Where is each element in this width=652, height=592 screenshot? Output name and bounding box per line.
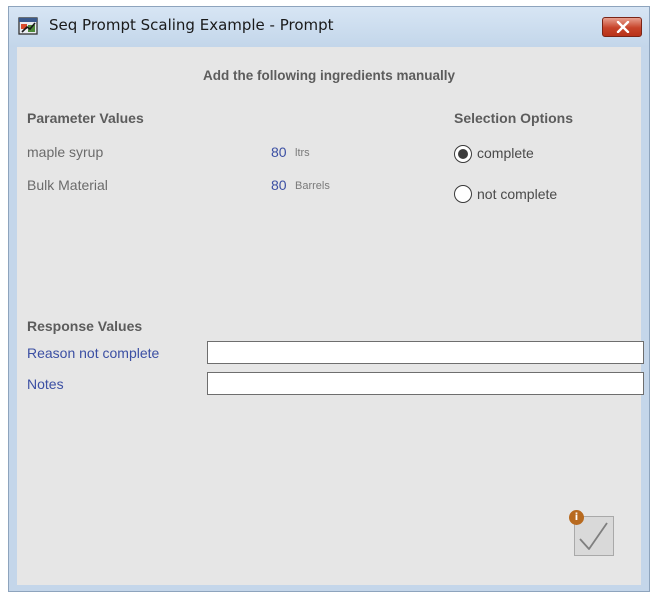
close-x-icon: [616, 21, 630, 33]
radio-complete[interactable]: [454, 145, 472, 163]
radio-not-complete[interactable]: [454, 185, 472, 203]
prompt-content: Add the following ingredients manually P…: [17, 47, 644, 585]
parameter-values-label: Parameter Values: [27, 110, 144, 126]
response-values-label: Response Values: [27, 318, 143, 334]
instruction-heading: Add the following ingredients manually: [202, 68, 455, 83]
prompt-window: Seq Prompt Scaling Example - Prompt Add …: [8, 6, 650, 592]
notes-label: Notes: [27, 376, 64, 392]
param-value-bulk-material: 80: [271, 177, 287, 193]
close-button[interactable]: [602, 17, 642, 37]
radio-label-complete[interactable]: complete: [477, 145, 534, 161]
param-unit-maple-syrup: ltrs: [295, 147, 310, 159]
confirm-button[interactable]: i: [569, 510, 615, 556]
notes-input[interactable]: [207, 372, 644, 395]
param-name-maple-syrup: maple syrup: [27, 144, 104, 160]
window-title: Seq Prompt Scaling Example - Prompt: [49, 16, 334, 34]
reason-not-complete-label: Reason not complete: [27, 345, 160, 361]
reason-not-complete-input[interactable]: [207, 341, 644, 364]
title-bar[interactable]: Seq Prompt Scaling Example - Prompt: [9, 7, 649, 47]
selection-options-label: Selection Options: [454, 110, 574, 126]
info-icon: i: [569, 510, 584, 525]
radio-label-not-complete[interactable]: not complete: [477, 186, 557, 202]
param-name-bulk-material: Bulk Material: [27, 177, 108, 193]
param-unit-bulk-material: Barrels: [295, 180, 330, 192]
param-value-maple-syrup: 80: [271, 144, 287, 160]
app-window-icon: [18, 17, 38, 35]
